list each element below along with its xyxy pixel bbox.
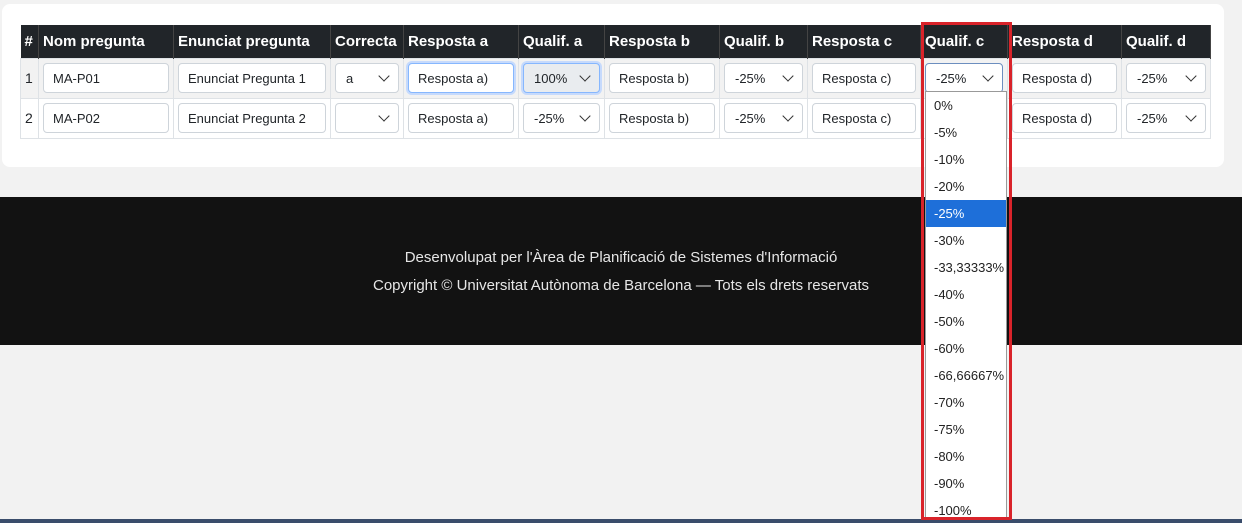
resposta-b-input[interactable]: Resposta b) bbox=[609, 63, 715, 93]
bottom-banner-strip bbox=[0, 519, 1242, 523]
qualif-b-value: -25% bbox=[735, 110, 766, 126]
chevron-down-icon bbox=[378, 70, 390, 82]
dropdown-option[interactable]: -80% bbox=[926, 443, 1006, 470]
qualif-d-value: -25% bbox=[1137, 70, 1168, 86]
qualif-c-select[interactable]: -25% bbox=[925, 63, 1003, 93]
header-resposta-a: Resposta a bbox=[403, 25, 519, 58]
resposta-a-input[interactable]: Resposta a) bbox=[408, 103, 514, 133]
qualif-c-value: -25% bbox=[936, 70, 967, 86]
nom-pregunta-input[interactable]: MA-P02 bbox=[43, 103, 169, 133]
questions-table: # Nom pregunta Enunciat pregunta Correct… bbox=[20, 25, 1211, 139]
chevron-down-icon bbox=[1185, 70, 1197, 82]
header-num: # bbox=[20, 25, 39, 58]
qualif-b-value: -25% bbox=[735, 70, 766, 86]
header-qualif-c: Qualif. c bbox=[920, 25, 1008, 58]
chevron-down-icon bbox=[782, 110, 794, 122]
header-qualif-a: Qualif. a bbox=[518, 25, 605, 58]
chevron-down-icon bbox=[579, 70, 591, 82]
resposta-a-input[interactable]: Resposta a) bbox=[408, 63, 514, 93]
header-resposta-d: Resposta d bbox=[1007, 25, 1122, 58]
table-row: 2 MA-P02 Enunciat Pregunta 2 Resposta a)… bbox=[20, 97, 1211, 139]
qualif-d-select[interactable]: -25% bbox=[1126, 103, 1206, 133]
dropdown-option[interactable]: -10% bbox=[926, 146, 1006, 173]
chevron-down-icon bbox=[378, 110, 390, 122]
resposta-c-input[interactable]: Resposta c) bbox=[812, 103, 916, 133]
footer-developed-by: Desenvolupat per l'Àrea de Planificació … bbox=[404, 249, 838, 266]
dropdown-option[interactable]: -25% bbox=[926, 200, 1006, 227]
qualif-a-value: -25% bbox=[534, 110, 565, 126]
row-number: 1 bbox=[20, 57, 39, 99]
chevron-down-icon bbox=[579, 110, 591, 122]
chevron-down-icon bbox=[782, 70, 794, 82]
row-number: 2 bbox=[20, 97, 39, 139]
dropdown-option[interactable]: -50% bbox=[926, 308, 1006, 335]
qualif-d-value: -25% bbox=[1137, 110, 1168, 126]
dropdown-option[interactable]: 0% bbox=[926, 92, 1006, 119]
correcta-select[interactable] bbox=[335, 103, 399, 133]
dropdown-option[interactable]: -75% bbox=[926, 416, 1006, 443]
header-enunciat-pregunta: Enunciat pregunta bbox=[173, 25, 331, 58]
enunciat-pregunta-input[interactable]: Enunciat Pregunta 1 bbox=[178, 63, 326, 93]
resposta-b-input[interactable]: Resposta b) bbox=[609, 103, 715, 133]
dropdown-option[interactable]: -40% bbox=[926, 281, 1006, 308]
header-qualif-b: Qualif. b bbox=[719, 25, 808, 58]
nom-pregunta-input[interactable]: MA-P01 bbox=[43, 63, 169, 93]
table-header-row: # Nom pregunta Enunciat pregunta Correct… bbox=[20, 25, 1211, 58]
header-qualif-d: Qualif. d bbox=[1121, 25, 1211, 58]
header-correcta: Correcta bbox=[330, 25, 404, 58]
dropdown-option[interactable]: -60% bbox=[926, 335, 1006, 362]
qualif-d-select[interactable]: -25% bbox=[1126, 63, 1206, 93]
qualif-b-select[interactable]: -25% bbox=[724, 63, 803, 93]
dropdown-option[interactable]: -20% bbox=[926, 173, 1006, 200]
resposta-d-input[interactable]: Resposta d) bbox=[1012, 103, 1117, 133]
qualif-a-select[interactable]: 100% bbox=[523, 63, 600, 93]
qualif-b-select[interactable]: -25% bbox=[724, 103, 803, 133]
header-resposta-b: Resposta b bbox=[604, 25, 720, 58]
chevron-down-icon bbox=[1185, 110, 1197, 122]
chevron-down-icon bbox=[982, 70, 994, 82]
qualif-c-dropdown-list[interactable]: 0% -5% -10% -20% -25% -30% -33,33333% -40% -50% -… bbox=[925, 91, 1007, 520]
site-footer: Desenvolupat per l'Àrea de Planificació … bbox=[0, 197, 1242, 345]
dropdown-option[interactable]: -33,33333% bbox=[926, 254, 1006, 281]
qualif-a-select[interactable]: -25% bbox=[523, 103, 600, 133]
resposta-d-input[interactable]: Resposta d) bbox=[1012, 63, 1117, 93]
dropdown-option[interactable]: -5% bbox=[926, 119, 1006, 146]
footer-copyright: Copyright © Universitat Autònoma de Barc… bbox=[372, 277, 869, 294]
correcta-select[interactable]: a bbox=[335, 63, 399, 93]
dropdown-option[interactable]: -30% bbox=[926, 227, 1006, 254]
resposta-c-input[interactable]: Resposta c) bbox=[812, 63, 916, 93]
dropdown-option[interactable]: -70% bbox=[926, 389, 1006, 416]
qualif-a-value: 100% bbox=[534, 70, 568, 86]
enunciat-pregunta-input[interactable]: Enunciat Pregunta 2 bbox=[178, 103, 326, 133]
correcta-value: a bbox=[346, 70, 354, 86]
header-resposta-c: Resposta c bbox=[807, 25, 921, 58]
table-row: 1 MA-P01 Enunciat Pregunta 1 a Resposta … bbox=[20, 57, 1211, 99]
dropdown-option[interactable]: -90% bbox=[926, 470, 1006, 497]
dropdown-option[interactable]: -100% bbox=[926, 497, 1006, 523]
header-nom-pregunta: Nom pregunta bbox=[38, 25, 174, 58]
dropdown-option[interactable]: -66,66667% bbox=[926, 362, 1006, 389]
questions-card: # Nom pregunta Enunciat pregunta Correct… bbox=[2, 4, 1224, 167]
